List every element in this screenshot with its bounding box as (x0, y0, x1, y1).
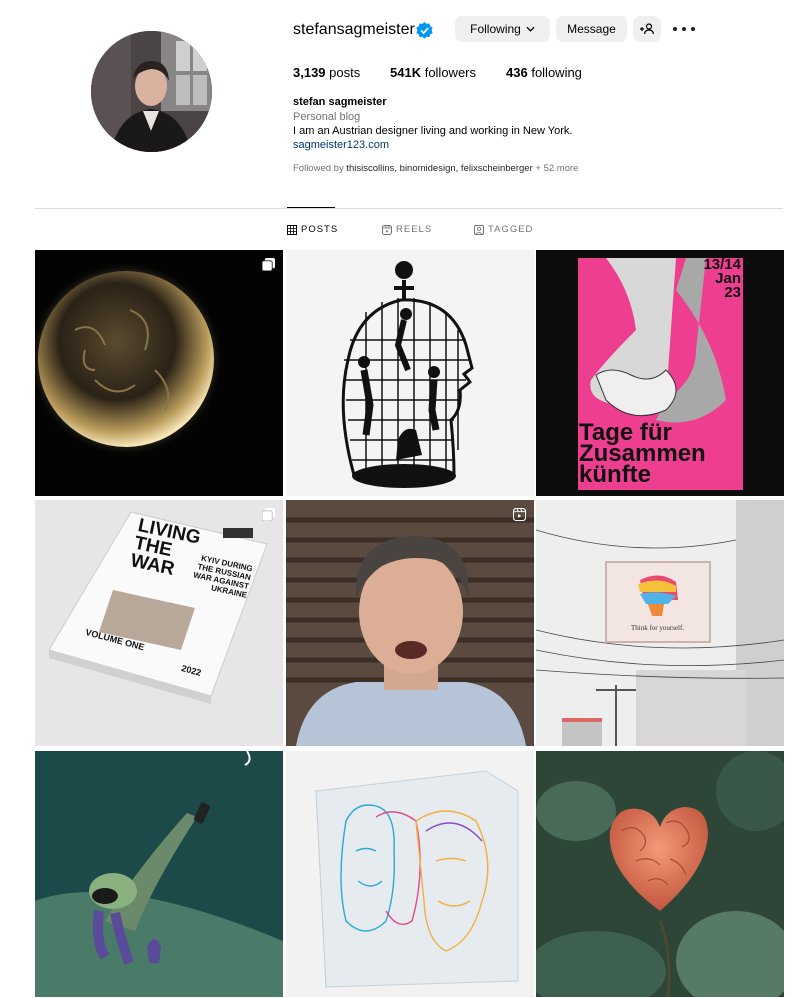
followed-by[interactable]: Followed by thisiscollins, binomidesign,… (293, 163, 578, 174)
post-image-cage-head (286, 250, 534, 496)
tagged-icon (474, 224, 484, 235)
profile-category: Personal blog (293, 111, 361, 123)
posts-label: posts (329, 65, 361, 80)
post-tile[interactable] (286, 500, 534, 746)
avatar-image (91, 31, 212, 152)
post-image-portrait (286, 500, 534, 746)
post-tile[interactable] (35, 250, 283, 496)
post-image-sphere (35, 250, 283, 496)
profile-username: stefansagmeister (293, 21, 415, 38)
post-tile[interactable]: 13/14 Jan 23 Tage für Zusammen künfte (536, 250, 784, 496)
poster-date: 13/14 Jan 23 (703, 257, 741, 301)
followed-by-names: thisiscollins, binomidesign, felixschein… (346, 163, 533, 174)
followers-label: followers (424, 65, 476, 80)
post-tile[interactable]: Think for yourself. (536, 500, 784, 746)
verified-badge-icon (416, 22, 433, 39)
tab-posts[interactable]: POSTS (287, 224, 338, 235)
following-button[interactable]: Following (455, 16, 550, 42)
grid-icon (287, 224, 297, 235)
add-user-icon (640, 23, 655, 35)
tab-reels[interactable]: REELS (382, 224, 432, 235)
carousel-icon (262, 508, 275, 521)
suggested-users-button[interactable] (633, 16, 661, 42)
tab-reels-label: REELS (396, 224, 433, 235)
stat-following[interactable]: 436 following (506, 65, 582, 81)
message-button[interactable]: Message (556, 16, 627, 42)
tab-tagged[interactable]: TAGGED (474, 224, 533, 235)
followed-by-suffix: + 52 more (535, 163, 579, 174)
post-image-billboard (536, 500, 784, 746)
post-image-acrylic-cube (286, 751, 534, 997)
active-tab-indicator (287, 207, 335, 208)
more-options-icon[interactable] (673, 21, 695, 37)
post-tile[interactable]: LIVING THE WAR KYIV DURING THE RUSSIAN W… (35, 500, 283, 746)
chevron-down-icon (526, 26, 535, 32)
poster-title: Tage für Zusammen künfte (579, 421, 706, 488)
followers-count: 541K (390, 65, 422, 80)
stat-posts: 3,139 posts (293, 65, 360, 81)
posts-count: 3,139 (293, 65, 326, 80)
billboard-caption: Think for yourself. (631, 624, 685, 632)
post-tile[interactable] (35, 751, 283, 997)
poster-title-line3: künfte (579, 461, 651, 488)
tab-posts-label: POSTS (301, 224, 339, 235)
followed-by-prefix: Followed by (293, 163, 344, 174)
reel-icon (513, 508, 526, 521)
tabs-divider (35, 208, 783, 209)
profile-avatar[interactable] (91, 31, 212, 152)
post-tile[interactable] (286, 250, 534, 496)
reels-icon (382, 224, 392, 235)
post-image-brain-heart (536, 751, 784, 997)
following-button-label: Following (470, 22, 521, 36)
post-image-illustration (35, 751, 283, 997)
carousel-icon (262, 258, 275, 271)
poster-date-line3: 23 (724, 284, 741, 301)
tab-tagged-label: TAGGED (488, 224, 534, 235)
following-count: 436 (506, 65, 528, 80)
profile-bio: I am an Austrian designer living and wor… (293, 125, 573, 137)
profile-website-link[interactable]: sagmeister123.com (293, 139, 389, 151)
profile-full-name: stefan sagmeister (293, 96, 387, 108)
following-stat-label: following (531, 65, 582, 80)
message-button-label: Message (567, 22, 616, 36)
stat-followers[interactable]: 541K followers (390, 65, 476, 81)
post-tile[interactable] (286, 751, 534, 997)
post-tile[interactable] (536, 751, 784, 997)
